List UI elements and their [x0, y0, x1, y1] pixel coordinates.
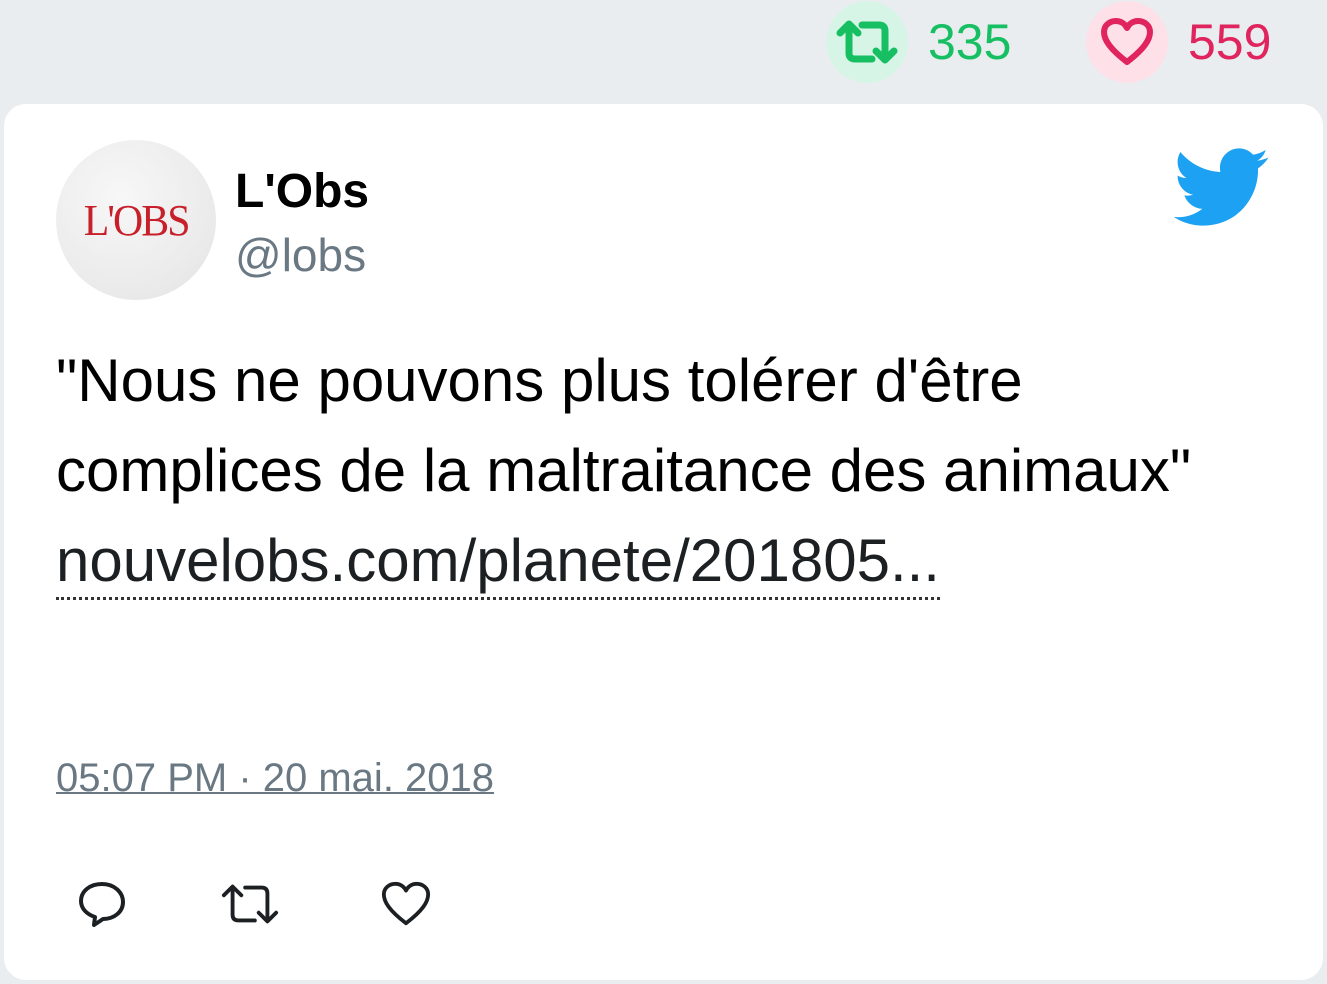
twitter-bird-icon[interactable]	[1174, 148, 1270, 228]
tweet-link[interactable]: nouvelobs.com/planete/201805...	[56, 525, 940, 600]
avatar-logo: L'OBS	[83, 195, 191, 245]
engagement-stats: 335 559	[0, 0, 1327, 100]
retweet-count: 335	[928, 14, 1012, 70]
retweet-icon[interactable]	[220, 874, 280, 934]
like-stat[interactable]: 559	[1086, 0, 1271, 84]
avatar[interactable]: L'OBS	[56, 140, 216, 300]
heart-icon[interactable]	[1086, 1, 1168, 83]
retweet-icon[interactable]	[826, 1, 908, 83]
author-name[interactable]: L'Obs	[235, 164, 369, 219]
reply-icon[interactable]	[72, 874, 132, 934]
like-count: 559	[1188, 14, 1272, 70]
retweet-stat[interactable]: 335	[826, 0, 1011, 84]
author-handle[interactable]: @lobs	[235, 228, 366, 282]
tweet-body: "Nous ne pouvons plus tolérer d'être com…	[56, 336, 1256, 606]
tweet-timestamp[interactable]: 05:07 PM · 20 mai. 2018	[56, 756, 494, 801]
tweet-text: "Nous ne pouvons plus tolérer d'être com…	[56, 347, 1192, 504]
tweet-card: L'OBS L'Obs @lobs "Nous ne pouvons plus …	[4, 104, 1323, 980]
like-icon[interactable]	[376, 874, 436, 934]
